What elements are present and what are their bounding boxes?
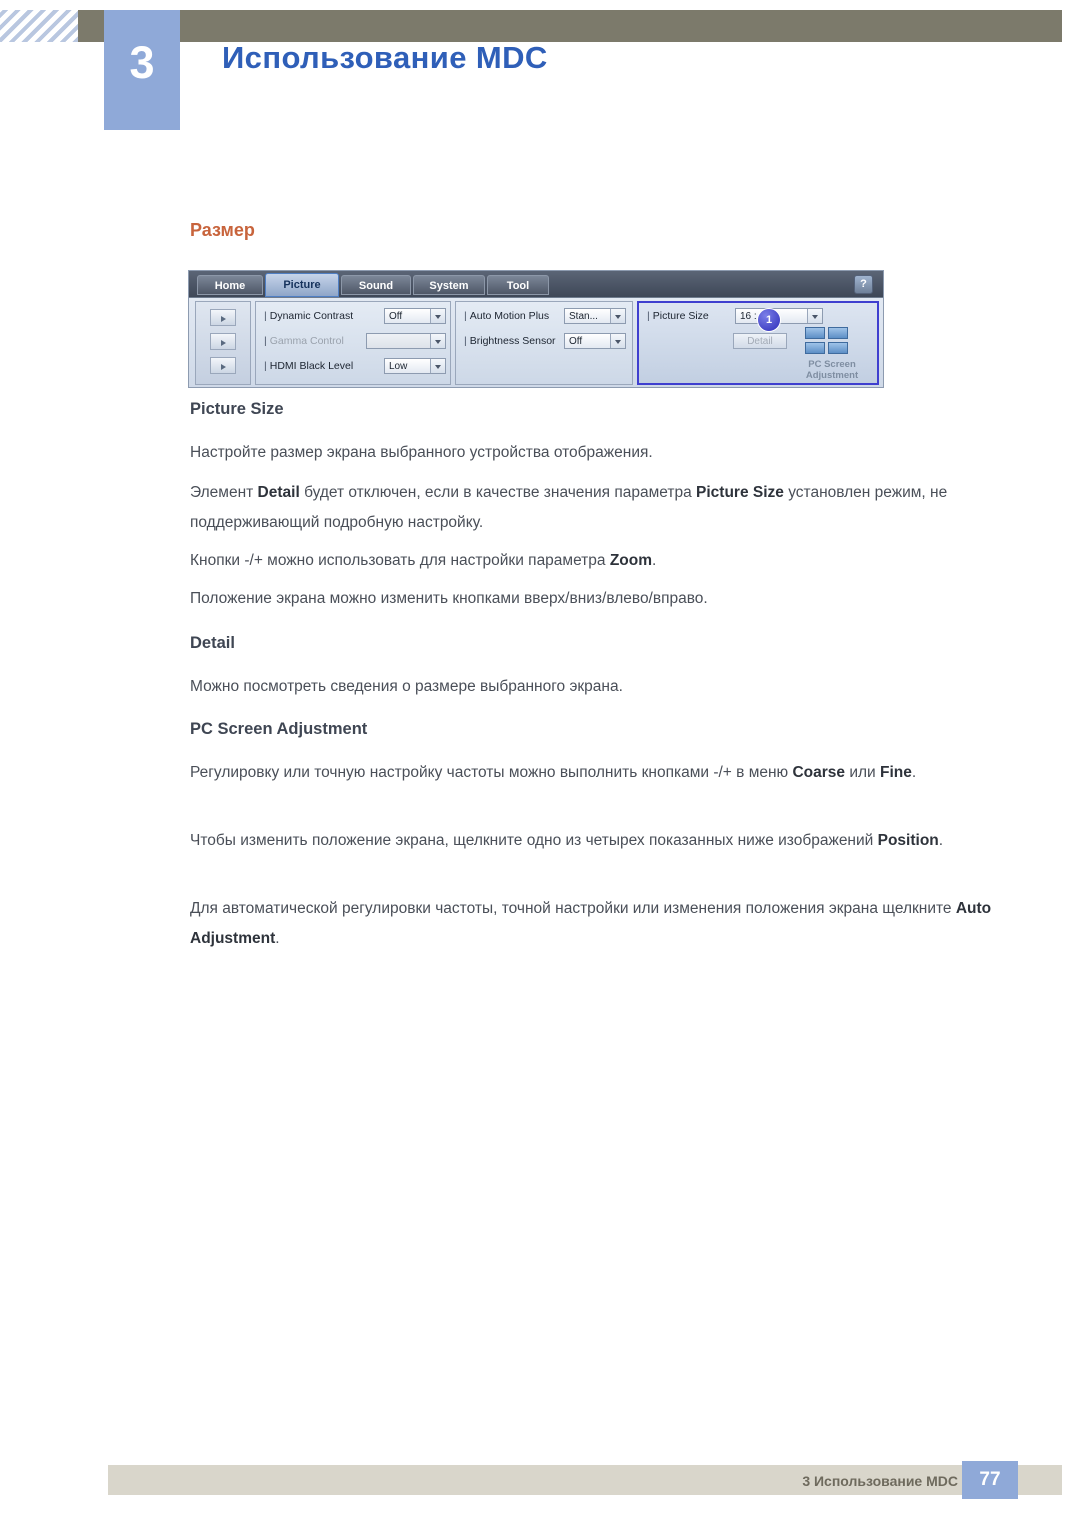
label-dynamic-contrast: Dynamic Contrast [264,310,353,322]
ps2-part-a: Элемент [190,484,258,501]
header-hatch-decoration [0,10,78,42]
chevron-down-icon[interactable] [807,309,822,323]
pcsa2-part-a: Чтобы изменить положение экрана, щелкнит… [190,832,878,849]
label-gamma-control: Gamma Control [264,335,344,347]
paragraph-picture-size-4: Положение экрана можно изменить кнопками… [190,590,708,607]
combo-hdmi-black-level[interactable]: Low [384,358,446,374]
pc-screen-position-grid-icon[interactable] [805,327,851,357]
combo-brightness-sensor[interactable]: Off [564,333,626,349]
pcsa2-part-c: . [938,832,944,849]
label-picture-size: Picture Size [647,310,709,322]
pcsa1-part-c: или [845,764,881,781]
pcsa2-position-term: Position [877,832,939,849]
position-quadrant-bottom-right[interactable] [828,342,848,354]
combo-dynamic-contrast[interactable]: Off [384,308,446,324]
pcsa1-fine-term: Fine [880,764,912,781]
combo-auto-motion-plus-value: Stan... [569,311,598,322]
header-bar [78,10,1062,42]
heading-picture-size: Picture Size [190,400,284,418]
ps2-picture-size-term: Picture Size [696,484,784,501]
combo-auto-motion-plus[interactable]: Stan... [564,308,626,324]
paragraph-pcsa-1: Регулировку или точную настройку частоты… [190,758,1000,788]
mdc-tab-system[interactable]: System [413,275,485,295]
label-auto-motion-plus: Auto Motion Plus [464,310,549,322]
ps3-part-a: Кнопки -/+ можно использовать для настро… [190,552,610,569]
expand-arrow-icon-3[interactable] [210,357,236,374]
mdc-tab-picture[interactable]: Picture [265,273,339,297]
paragraph-picture-size-3: Кнопки -/+ можно использовать для настро… [190,546,1000,576]
expand-arrow-icon-1[interactable] [210,309,236,326]
paragraph-picture-size-1: Настройте размер экрана выбранного устро… [190,444,653,461]
heading-pc-screen-adjustment: PC Screen Adjustment [190,720,368,738]
mdc-tab-bar: Home Picture Sound System Tool ? [189,271,883,298]
ps2-detail-term: Detail [257,484,300,501]
position-quadrant-bottom-left[interactable] [805,342,825,354]
ps3-zoom-term: Zoom [609,552,653,569]
chevron-down-icon[interactable] [610,309,625,323]
chevron-down-icon[interactable] [430,334,445,348]
pcsa1-part-e: . [911,764,917,781]
chevron-down-icon[interactable] [430,309,445,323]
position-quadrant-top-right[interactable] [828,327,848,339]
pcsa1-coarse-term: Coarse [792,764,846,781]
mdc-left-gutter [195,301,251,385]
section-title: Размер [190,220,255,240]
mdc-picture-tab-screenshot: Home Picture Sound System Tool ? Dynamic… [188,270,884,388]
combo-hdmi-black-level-value: Low [389,361,408,372]
mdc-tab-tool[interactable]: Tool [487,275,549,295]
pc-screen-label-line2: Adjustment [805,370,859,381]
mdc-panel-picture-options: Dynamic Contrast Off Gamma Control HDMI … [255,301,451,385]
chapter-number: 3 [104,10,180,130]
pc-screen-label-line1: PC Screen [808,359,856,370]
pcsa3-part-a: Для автоматической регулировки частоты, … [190,900,956,917]
expand-arrow-icon-2[interactable] [210,333,236,350]
ps3-part-c: . [652,552,657,569]
footer-text: 3 Использование MDC [802,1473,958,1489]
pcsa3-part-c: . [275,930,280,947]
mdc-tab-sound[interactable]: Sound [341,275,411,295]
paragraph-pcsa-3: Для автоматической регулировки частоты, … [190,894,1000,954]
footer-page-number: 77 [962,1461,1018,1499]
combo-brightness-sensor-value: Off [569,336,583,347]
chevron-down-icon[interactable] [430,359,445,373]
mdc-panel-motion-options: Auto Motion Plus Stan... Brightness Sens… [455,301,633,385]
combo-dynamic-contrast-value: Off [389,311,403,322]
paragraph-pcsa-2: Чтобы изменить положение экрана, щелкнит… [190,826,1000,856]
paragraph-detail-1: Можно посмотреть сведения о размере выбр… [190,678,623,695]
paragraph-picture-size-2: Элемент Detail будет отключен, если в ка… [190,478,1000,538]
chevron-down-icon[interactable] [610,334,625,348]
page-header: 3 Использование MDC [0,0,1080,152]
combo-gamma-control[interactable] [366,333,446,349]
label-brightness-sensor: Brightness Sensor [464,335,556,347]
label-hdmi-black-level: HDMI Black Level [264,360,353,372]
pc-screen-adjustment-label: PC Screen Adjustment [793,359,871,381]
callout-badge-1: 1 [757,308,781,332]
mdc-tab-home[interactable]: Home [197,275,263,295]
mdc-body: Dynamic Contrast Off Gamma Control HDMI … [189,297,883,389]
page-title: Использование MDC [222,40,548,75]
help-icon[interactable]: ? [854,275,873,294]
detail-button[interactable]: Detail [733,333,787,349]
position-quadrant-top-left[interactable] [805,327,825,339]
pcsa1-part-a: Регулировку или точную настройку частоты… [190,764,793,781]
ps2-part-c: будет отключен, если в качестве значения… [299,484,697,501]
heading-detail: Detail [190,634,235,652]
